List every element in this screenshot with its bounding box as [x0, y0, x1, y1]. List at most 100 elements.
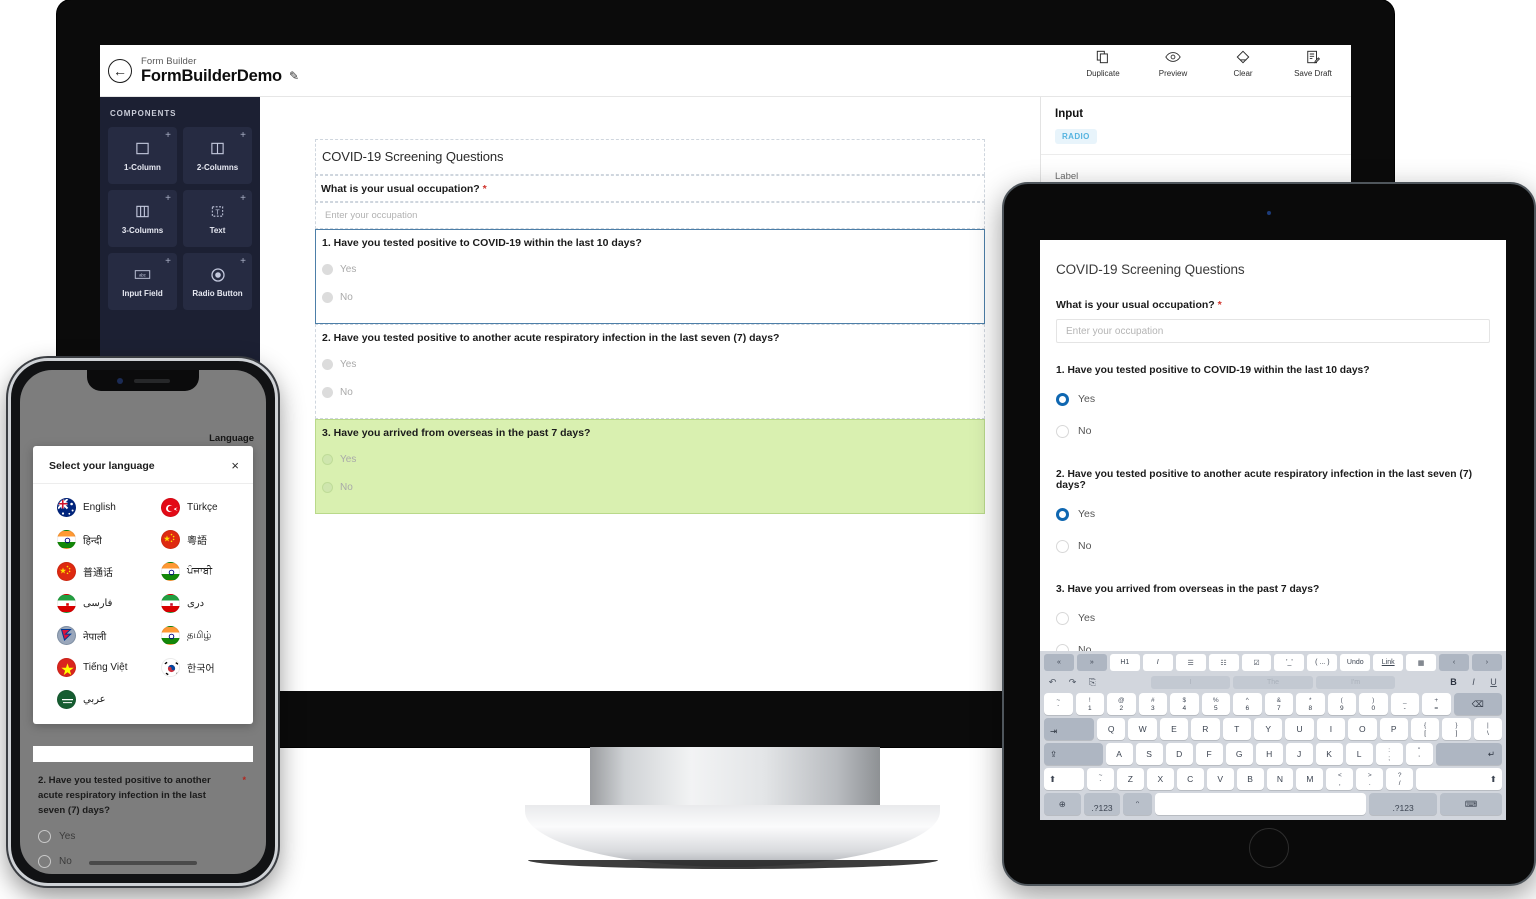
key-6[interactable]: ^ 6	[1233, 693, 1262, 715]
key-1[interactable]: ! 1	[1075, 693, 1104, 715]
option-row-yes[interactable]: Yes	[1056, 383, 1490, 415]
key-equals[interactable]: + =	[1422, 693, 1451, 715]
language-option-mandarin[interactable]: 普通话	[39, 557, 143, 586]
key-s[interactable]: S	[1135, 743, 1163, 765]
tablet-home-button[interactable]	[1249, 828, 1289, 868]
key-slash[interactable]: ? /	[1386, 768, 1414, 790]
key-n[interactable]: N	[1266, 768, 1294, 790]
back-arrow-icon[interactable]: ←	[108, 58, 132, 83]
kbd-checkbox-icon[interactable]: ☑	[1241, 654, 1272, 671]
globe-icon[interactable]: ⊕	[1044, 793, 1081, 815]
language-option-turkce[interactable]: Türkçe	[143, 493, 247, 522]
language-option-vietnamese[interactable]: Tiếng Việt	[39, 653, 143, 682]
close-icon[interactable]: ×	[231, 459, 239, 472]
duplicate-button[interactable]: Duplicate	[1081, 48, 1125, 78]
key-r[interactable]: R	[1191, 718, 1220, 740]
key-w[interactable]: W	[1128, 718, 1157, 740]
radio-icon[interactable]	[322, 263, 333, 275]
language-option-arabic[interactable]: عربي	[39, 685, 143, 714]
numeric-keyboard-right-button[interactable]: .?123	[1369, 793, 1437, 815]
bold-button[interactable]: B	[1445, 677, 1462, 687]
add-icon[interactable]: +	[165, 131, 171, 141]
option-row-no[interactable]: No	[1056, 530, 1490, 562]
undo-icon[interactable]: ↶	[1044, 677, 1061, 688]
kbd-prev-group-icon[interactable]: «	[1044, 654, 1074, 671]
shift-right-icon[interactable]: ⬆	[1416, 768, 1502, 790]
key-7[interactable]: & 7	[1264, 693, 1293, 715]
tab-key[interactable]: ⇥	[1044, 718, 1094, 740]
kbd-parentheses-button[interactable]: ( ... )	[1307, 654, 1338, 671]
key-d[interactable]: D	[1165, 743, 1193, 765]
key-bracket-left[interactable]: {[	[1410, 718, 1440, 740]
component-1-column[interactable]: + 1-Column	[108, 127, 177, 184]
component-input-field[interactable]: + abc Input Field	[108, 253, 177, 310]
key-z[interactable]: Z	[1116, 768, 1144, 790]
radio-icon-selected[interactable]	[1056, 507, 1069, 521]
key-y[interactable]: Y	[1253, 718, 1283, 740]
kbd-bullet-list-icon[interactable]: ☰	[1175, 654, 1206, 671]
radio-icon[interactable]	[1056, 611, 1069, 625]
option-row-no[interactable]: No	[322, 473, 978, 501]
radio-icon[interactable]	[1056, 424, 1069, 438]
option-row-yes[interactable]: Yes	[38, 830, 248, 843]
key-g[interactable]: G	[1225, 743, 1253, 765]
kbd-quote-button[interactable]: '_'	[1274, 654, 1305, 671]
preview-button[interactable]: Preview	[1151, 48, 1195, 78]
save-draft-button[interactable]: Save Draft	[1291, 48, 1335, 78]
language-option-english[interactable]: English	[39, 493, 143, 522]
kbd-next-group-icon[interactable]: »	[1076, 654, 1107, 671]
add-icon[interactable]: +	[240, 131, 246, 141]
key-e[interactable]: E	[1159, 718, 1189, 740]
key-o[interactable]: O	[1348, 718, 1377, 740]
radio-icon[interactable]	[322, 481, 333, 493]
key-l[interactable]: L	[1345, 743, 1373, 765]
key-9[interactable]: (9	[1327, 693, 1356, 715]
shift-left-icon[interactable]: ⬆	[1044, 768, 1084, 790]
radio-icon[interactable]	[322, 358, 333, 370]
redo-icon[interactable]: ↷	[1064, 677, 1081, 688]
kbd-undo-button[interactable]: Undo	[1340, 654, 1371, 671]
key-p[interactable]: P	[1379, 718, 1408, 740]
component-radio-button[interactable]: + Radio Button	[183, 253, 252, 310]
language-option-hindi[interactable]: हिन्दी	[39, 525, 143, 554]
caps-lock-icon[interactable]: ⇪	[1044, 743, 1103, 765]
mic-icon[interactable]: ᵔ	[1123, 793, 1152, 815]
kbd-prev-field-icon[interactable]: ‹	[1439, 654, 1469, 671]
key-t[interactable]: T	[1222, 718, 1251, 740]
occupation-input[interactable]: Enter your occupation	[315, 202, 985, 229]
radio-icon-selected[interactable]	[1056, 392, 1069, 406]
option-row-yes[interactable]: Yes	[1056, 602, 1490, 634]
key-x[interactable]: X	[1146, 768, 1174, 790]
add-icon[interactable]: +	[240, 257, 246, 267]
backspace-icon[interactable]: ⌫	[1453, 693, 1502, 715]
kbd-link-button[interactable]: Link	[1373, 654, 1404, 671]
option-row-yes[interactable]: Yes	[322, 445, 978, 473]
key-j[interactable]: J	[1285, 743, 1313, 765]
language-option-punjabi[interactable]: ਪੰਜਾਬੀ	[143, 557, 247, 586]
paste-icon[interactable]: ⎘	[1084, 677, 1101, 688]
option-row-no[interactable]: No	[322, 283, 978, 311]
question-block-1[interactable]: 1. Have you tested positive to COVID-19 …	[315, 229, 985, 324]
question-block-3[interactable]: 3. Have you arrived from overseas in the…	[315, 419, 985, 514]
key-c[interactable]: C	[1176, 768, 1204, 790]
italic-button[interactable]: I	[1465, 677, 1482, 687]
add-icon[interactable]: +	[165, 257, 171, 267]
key-semicolon[interactable]: :;	[1375, 743, 1403, 765]
radio-icon[interactable]	[38, 855, 51, 868]
key-i[interactable]: I	[1316, 718, 1346, 740]
suggestion-word[interactable]: I	[1150, 675, 1231, 689]
add-icon[interactable]: +	[165, 194, 171, 204]
component-text[interactable]: + T Text	[183, 190, 252, 247]
enter-key-icon[interactable]: ↵	[1435, 743, 1503, 765]
space-key[interactable]	[1154, 793, 1367, 815]
numeric-keyboard-left-button[interactable]: .?123	[1083, 793, 1121, 815]
key-q[interactable]: Q	[1097, 718, 1126, 740]
key-f[interactable]: F	[1195, 743, 1223, 765]
kbd-next-field-icon[interactable]: ›	[1471, 654, 1502, 671]
tablet-occupation-input[interactable]: Enter your occupation	[1056, 319, 1490, 343]
key-b[interactable]: B	[1236, 768, 1264, 790]
suggestion-word[interactable]: The	[1233, 675, 1313, 689]
language-option-cantonese[interactable]: 粵語	[143, 525, 247, 554]
language-option-farsi[interactable]: فارسی	[39, 589, 143, 618]
option-row-yes[interactable]: Yes	[322, 255, 978, 283]
